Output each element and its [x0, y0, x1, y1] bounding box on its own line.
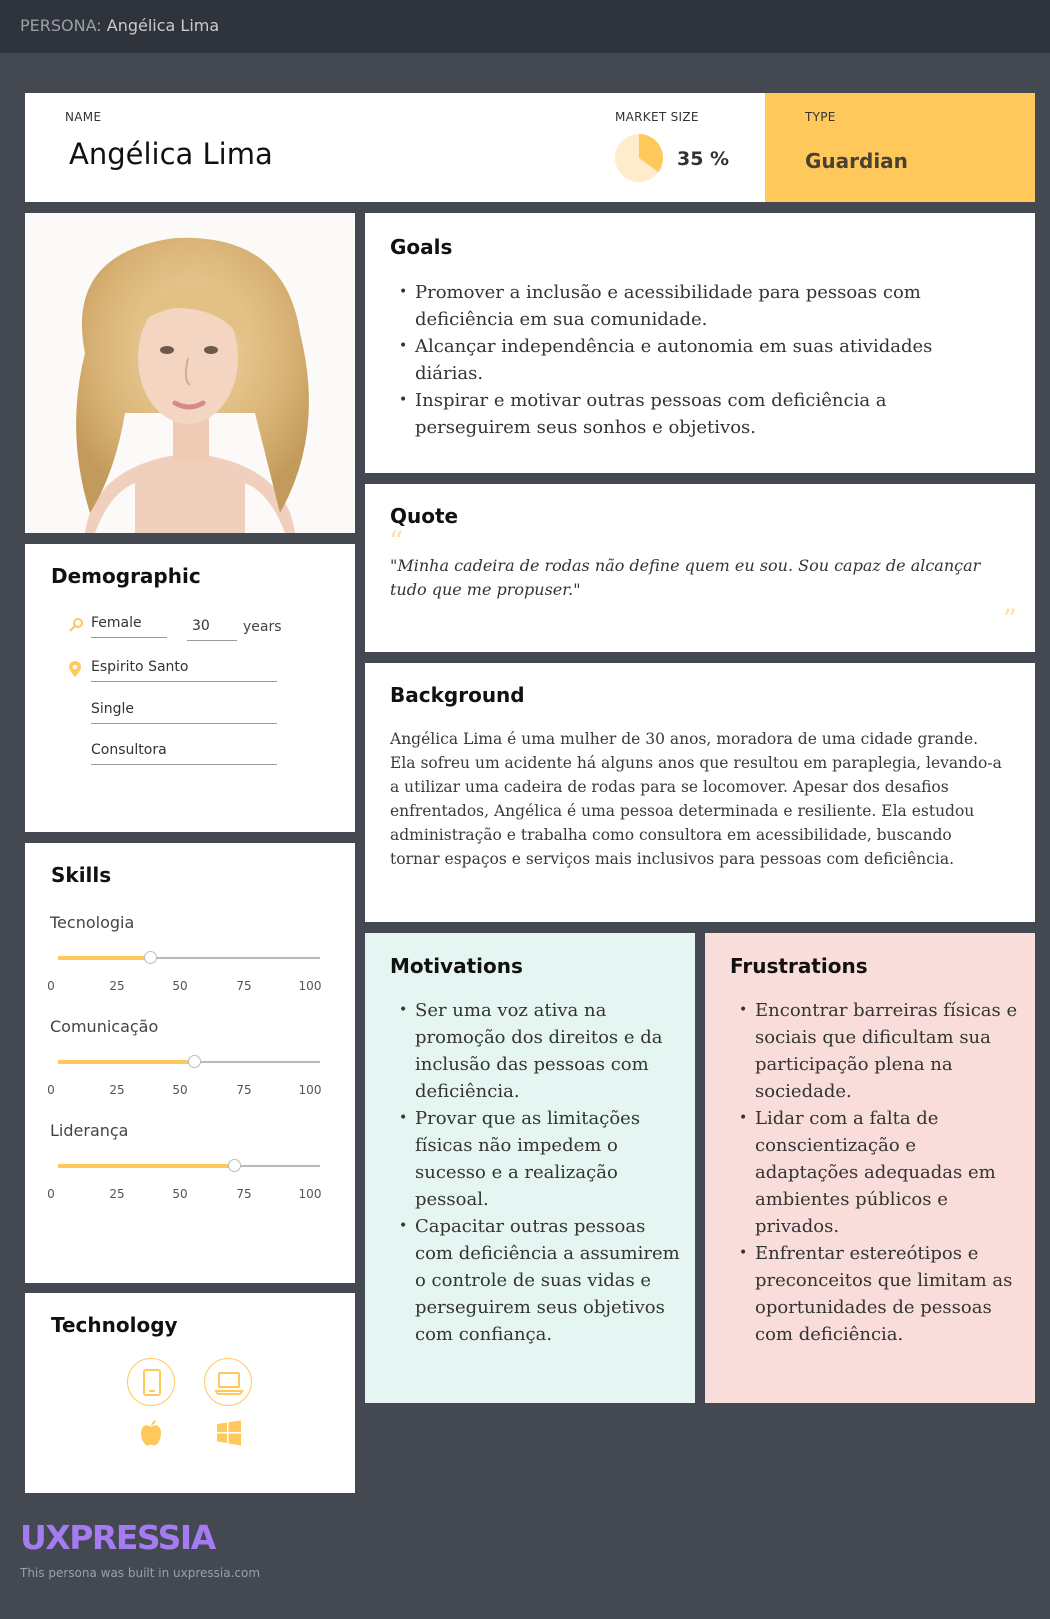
location-field[interactable]: Espirito Santo	[91, 659, 277, 682]
slider-tick-label: 100	[298, 1083, 322, 1097]
portrait-illustration	[25, 213, 355, 533]
frustrations-list: Encontrar barreiras físicas e sociais qu…	[730, 997, 1020, 1348]
top-bar: PERSONA: Angélica Lima	[0, 0, 1050, 53]
slider-tick-label: 0	[47, 979, 55, 993]
frustrations-title: Frustrations	[730, 954, 868, 978]
occupation-value: Consultora	[91, 742, 167, 758]
location-pin-icon	[69, 661, 81, 677]
market-size-pie	[615, 134, 663, 182]
list-item: Provar que as limitações físicas não imp…	[390, 1105, 680, 1213]
close-quote-icon: ”	[1002, 603, 1017, 636]
gender-icon	[69, 618, 83, 632]
open-quote-icon: “	[389, 525, 404, 558]
name-label: NAME	[65, 110, 102, 124]
age-value: 30	[192, 618, 210, 634]
persona-label: PERSONA:	[20, 16, 102, 35]
list-item: Enfrentar estereótipos e preconceitos qu…	[730, 1240, 1020, 1348]
skill-slider-handle[interactable]	[143, 951, 157, 964]
type-label: TYPE	[805, 110, 836, 124]
background-title: Background	[390, 683, 525, 707]
background-text: Angélica Lima é uma mulher de 30 anos, m…	[390, 730, 1002, 868]
gender-field[interactable]: Female	[91, 615, 167, 638]
skill-slider-fill	[58, 1060, 195, 1064]
persona-name-heading: Angélica Lima	[69, 137, 273, 171]
background-card: Background Angélica Lima é uma mulher de…	[365, 663, 1035, 922]
laptop-icon	[204, 1358, 252, 1406]
quote-card: Quote “ "Minha cadeira de rodas não defi…	[365, 484, 1035, 652]
tablet-icon	[127, 1358, 175, 1406]
goals-card: Goals Promover a inclusão e acessibilida…	[365, 213, 1035, 473]
slider-tick-label: 50	[172, 1187, 188, 1201]
market-size-label: MARKET SIZE	[615, 110, 699, 124]
gender-value: Female	[91, 615, 142, 631]
skill-slider-track[interactable]	[58, 1159, 320, 1172]
slider-tick-label: 50	[172, 1083, 188, 1097]
demographic-title: Demographic	[51, 564, 201, 588]
list-item: Alcançar independência e autonomia em su…	[390, 333, 950, 387]
frustrations-card: Frustrations Encontrar barreiras físicas…	[705, 933, 1035, 1403]
skill-slider-fill	[58, 956, 150, 960]
type-panel: TYPE Guardian	[765, 93, 1035, 202]
technology-card: Technology	[25, 1293, 355, 1493]
skill-label: Comunicação	[50, 1017, 159, 1036]
age-field[interactable]: 30	[187, 618, 237, 641]
slider-tick-label: 75	[236, 979, 252, 993]
slider-tick-label: 100	[298, 1187, 322, 1201]
quote-text: "Minha cadeira de rodas não define quem …	[390, 556, 981, 599]
skills-card: Skills Tecnologia 0 25 50 75 100 Comunicação 0 2…	[25, 843, 355, 1283]
list-item: Promover a inclusão e acessibilidade par…	[390, 279, 950, 333]
age-unit: years	[243, 619, 282, 635]
goals-list: Promover a inclusão e acessibilidade par…	[390, 279, 950, 441]
uxpressia-logo[interactable]: UXPRESSIA	[20, 1518, 216, 1557]
slider-tick-label: 0	[47, 1187, 55, 1201]
persona-title: PERSONA: Angélica Lima	[20, 16, 219, 35]
motivations-list: Ser uma voz ativa na promoção dos direit…	[390, 997, 680, 1348]
skill-label: Tecnologia	[50, 913, 135, 932]
apple-icon	[141, 1420, 161, 1446]
persona-photo	[25, 213, 355, 533]
status-value: Single	[91, 701, 135, 717]
windows-icon	[217, 1420, 241, 1446]
location-value: Espirito Santo	[91, 659, 189, 675]
occupation-field[interactable]: Consultora	[91, 742, 277, 765]
list-item: Lidar com a falta de conscientização e a…	[730, 1105, 1020, 1240]
skill-slider-fill	[58, 1164, 234, 1168]
list-item: Capacitar outras pessoas com deficiência…	[390, 1213, 680, 1348]
slider-tick-label: 25	[109, 1083, 125, 1097]
slider-tick-label: 75	[236, 1187, 252, 1201]
skills-title: Skills	[51, 863, 112, 887]
slider-tick-label: 75	[236, 1083, 252, 1097]
slider-tick-label: 100	[298, 979, 322, 993]
list-item: Inspirar e motivar outras pessoas com de…	[390, 387, 950, 441]
skill-label: Liderança	[50, 1121, 129, 1140]
type-value: Guardian	[805, 149, 908, 173]
skill-slider-track[interactable]	[58, 951, 320, 964]
slider-tick-label: 0	[47, 1083, 55, 1097]
slider-tick-label: 50	[172, 979, 188, 993]
skill-slider-handle[interactable]	[188, 1055, 202, 1068]
motivations-card: Motivations Ser uma voz ativa na promoçã…	[365, 933, 695, 1403]
market-size-value: 35 %	[677, 148, 730, 170]
persona-name: Angélica Lima	[106, 16, 220, 35]
demographic-card: Demographic Female 30 years Espirito San…	[25, 544, 355, 832]
footer-credit: This persona was built in uxpressia.com	[20, 1566, 261, 1580]
motivations-title: Motivations	[390, 954, 523, 978]
header-card: NAME Angélica Lima MARKET SIZE 35 % TYPE…	[25, 93, 1035, 202]
technology-title: Technology	[51, 1313, 178, 1337]
list-item: Encontrar barreiras físicas e sociais qu…	[730, 997, 1020, 1105]
status-field[interactable]: Single	[91, 701, 277, 724]
goals-title: Goals	[390, 235, 453, 259]
skill-slider-track[interactable]	[58, 1055, 320, 1068]
slider-tick-label: 25	[109, 979, 125, 993]
slider-tick-label: 25	[109, 1187, 125, 1201]
list-item: Ser uma voz ativa na promoção dos direit…	[390, 997, 680, 1105]
skill-slider-handle[interactable]	[227, 1159, 241, 1172]
